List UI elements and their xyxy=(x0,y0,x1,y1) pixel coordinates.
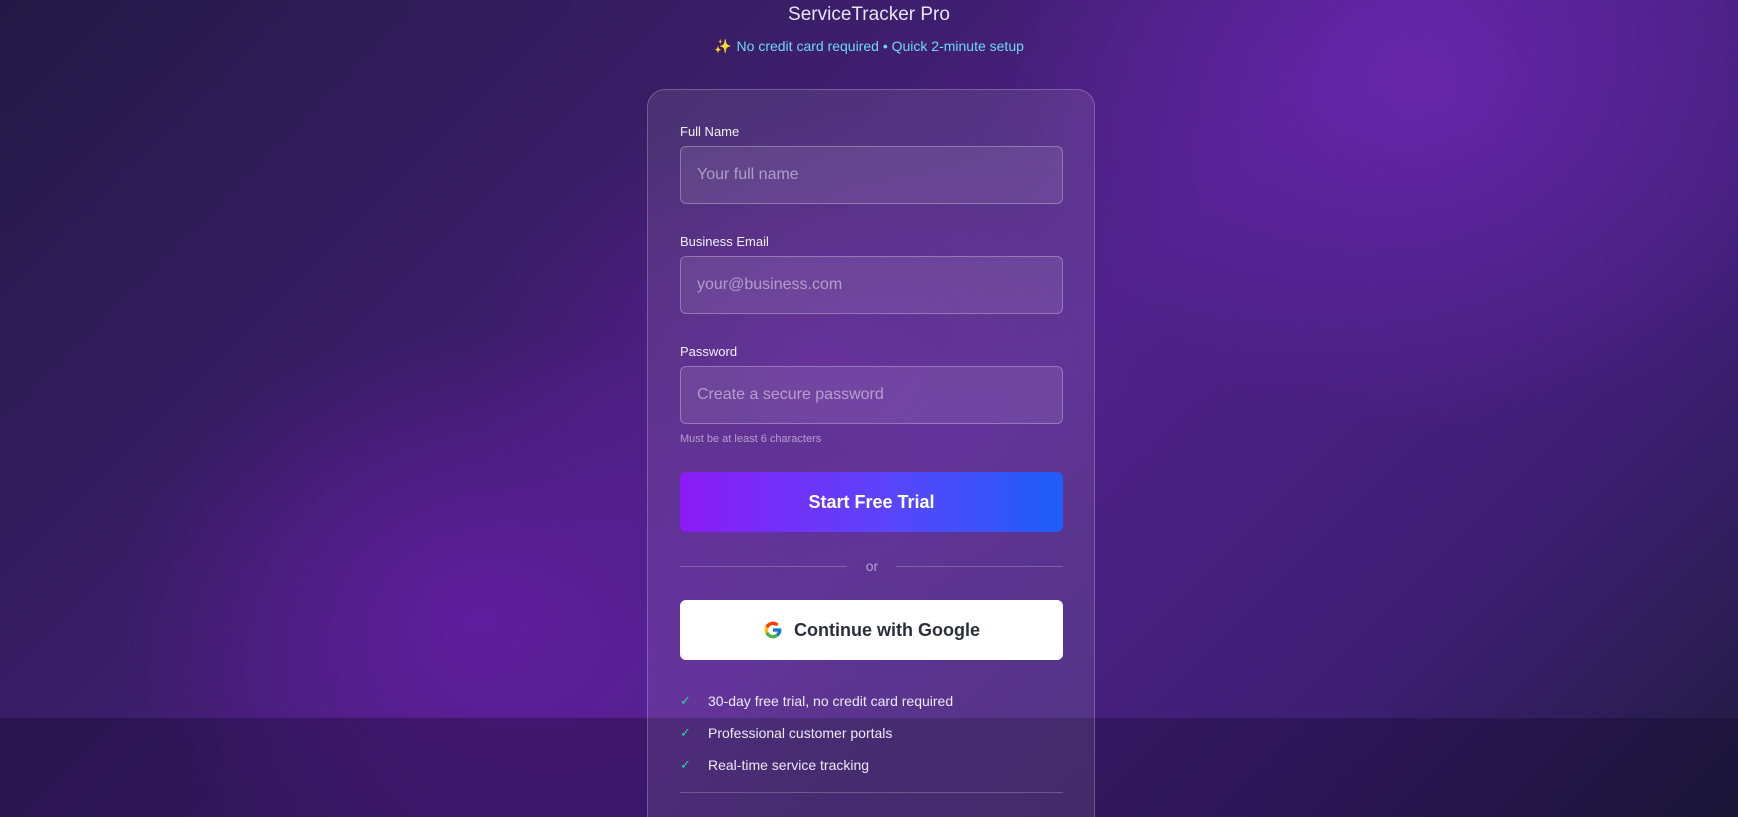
card-divider xyxy=(680,792,1063,793)
tagline: ✨ No credit card required • Quick 2-minut… xyxy=(0,38,1738,55)
sparkles-icon: ✨ xyxy=(714,38,732,54)
feature-item: ✓ Professional customer portals xyxy=(680,717,1063,749)
google-button-label: Continue with Google xyxy=(794,619,980,640)
continue-with-google-button[interactable]: Continue with Google xyxy=(680,600,1063,660)
google-icon xyxy=(764,621,782,639)
password-hint: Must be at least 6 characters xyxy=(680,433,822,445)
signup-card: Full Name Business Email Password Must b… xyxy=(647,89,1095,817)
password-label: Password xyxy=(680,344,738,359)
business-email-input[interactable] xyxy=(680,256,1063,314)
feature-item: ✓ Real-time service tracking xyxy=(680,749,1063,781)
feature-text: Professional customer portals xyxy=(708,725,893,741)
business-email-label: Business Email xyxy=(680,234,769,249)
tagline-text: No credit card required • Quick 2-minute… xyxy=(736,38,1024,54)
password-input[interactable] xyxy=(680,366,1063,424)
feature-list: ✓ 30-day free trial, no credit card requ… xyxy=(680,685,1063,781)
app-title: ServiceTracker Pro xyxy=(788,4,950,25)
check-icon: ✓ xyxy=(680,725,691,740)
feature-item: ✓ 30-day free trial, no credit card requ… xyxy=(680,685,1063,717)
divider-line-right xyxy=(896,566,1063,567)
feature-text: 30-day free trial, no credit card requir… xyxy=(708,693,954,709)
full-name-input[interactable] xyxy=(680,146,1063,204)
feature-text: Real-time service tracking xyxy=(708,757,870,773)
check-icon: ✓ xyxy=(680,757,691,772)
check-icon: ✓ xyxy=(680,693,691,708)
full-name-label: Full Name xyxy=(680,124,740,139)
start-free-trial-button[interactable]: Start Free Trial xyxy=(680,472,1063,532)
